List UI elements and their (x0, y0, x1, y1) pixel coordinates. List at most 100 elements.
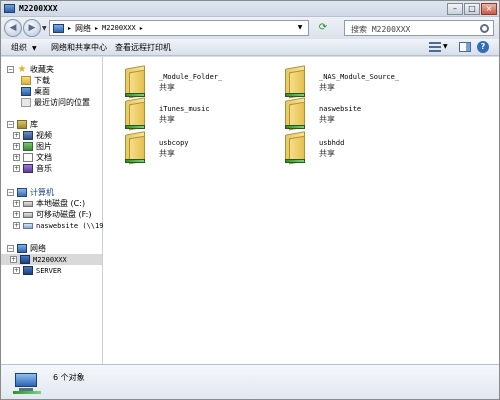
breadcrumb-computer[interactable]: M2200XXX (102, 24, 136, 32)
share-type: 共享 (319, 149, 335, 158)
search-icon[interactable] (480, 24, 489, 33)
expand-icon[interactable]: + (13, 222, 20, 229)
computer-label: 计算机 (30, 188, 54, 197)
tree-item-pictures[interactable]: + 图片 (13, 141, 52, 152)
chevron-right-icon[interactable]: ▸ (68, 25, 71, 32)
tree-item-documents[interactable]: + 文档 (13, 152, 52, 163)
help-icon[interactable]: ? (477, 41, 489, 53)
expand-icon[interactable]: + (13, 211, 20, 218)
tree-item-desktop[interactable]: 桌面 (21, 86, 50, 97)
tree-favorites[interactable]: − ★ 收藏夹 (7, 64, 54, 75)
removable-drive-icon (23, 211, 33, 218)
tree-item-local-disk[interactable]: + 本地磁盘 (C:) (13, 198, 85, 209)
share-name: _NAS_Module_Source_ (319, 73, 400, 81)
tree-item-label: 音乐 (36, 164, 52, 173)
expand-icon[interactable]: + (13, 165, 20, 172)
remote-printers-button[interactable]: 查看远程打印机 (115, 42, 171, 53)
libraries-label: 库 (30, 120, 38, 129)
collapse-icon[interactable]: − (7, 189, 14, 196)
shared-folder-icon (123, 97, 147, 131)
breadcrumb-network[interactable]: 网络 (75, 23, 91, 34)
close-button[interactable]: × (481, 3, 497, 15)
tree-libraries[interactable]: − 库 (7, 119, 38, 130)
share-name: usbhdd (319, 139, 345, 147)
recent-places-icon (21, 98, 31, 107)
network-icon (17, 244, 27, 253)
expand-icon[interactable]: + (13, 143, 20, 150)
documents-icon (23, 153, 33, 162)
tree-item-recent[interactable]: 最近访问的位置 (21, 97, 90, 108)
collapse-icon[interactable]: − (7, 245, 14, 252)
computer-icon (17, 188, 27, 197)
desktop-icon (21, 87, 31, 96)
chevron-down-icon: ▼ (32, 45, 37, 52)
share-type: 共享 (319, 115, 335, 124)
maximize-button[interactable]: □ (464, 3, 480, 15)
sharing-center-button[interactable]: 网络和共享中心 (51, 42, 107, 53)
share-type: 共享 (319, 83, 335, 92)
preview-pane-icon[interactable] (459, 42, 471, 52)
tree-item-m2200xxx[interactable]: + M2200XXX (1, 254, 102, 265)
tree-item-server[interactable]: + SERVER (13, 265, 61, 276)
network-label: 网络 (30, 244, 46, 253)
expand-icon[interactable]: + (13, 132, 20, 139)
file-list[interactable]: _Module_Folder_ 共享 _NAS_Module_Source_ 共… (103, 57, 499, 364)
tree-item-label: 桌面 (34, 87, 50, 96)
tree-item-label: naswebsite (\\192. (36, 221, 112, 230)
network-computer-icon (4, 4, 15, 13)
back-button[interactable]: ◀ (4, 19, 22, 37)
organize-label: 组织 (11, 43, 27, 52)
share-item[interactable]: usbhdd 共享 (283, 131, 433, 165)
organize-button[interactable]: 组织 ▼ (11, 42, 37, 53)
title-bar[interactable]: M2200XXX – □ × (1, 1, 499, 17)
view-options-icon[interactable] (429, 42, 441, 52)
tree-network[interactable]: − 网络 (7, 243, 46, 254)
tree-computer[interactable]: − 计算机 (7, 187, 54, 198)
tree-item-videos[interactable]: + 视频 (13, 130, 52, 141)
share-item[interactable]: naswebsite 共享 (283, 97, 433, 131)
expand-icon[interactable]: + (13, 267, 20, 274)
recent-pages-dropdown[interactable]: ▼ (42, 25, 47, 32)
shared-folder-icon (123, 131, 147, 165)
tree-item-removable-disk[interactable]: + 可移动磁盘 (F:) (13, 209, 91, 220)
tree-item-label: 最近访问的位置 (34, 98, 90, 107)
network-icon (53, 23, 64, 33)
tree-item-label: 本地磁盘 (C:) (36, 199, 86, 208)
search-placeholder: 搜索 M2200XXX (351, 25, 411, 34)
address-bar[interactable]: ▸ 网络 ▸ M2200XXX ▸ (49, 20, 309, 36)
downloads-folder-icon (21, 76, 31, 85)
share-item[interactable]: usbcopy 共享 (123, 131, 273, 165)
chevron-right-icon[interactable]: ▸ (140, 25, 143, 32)
expand-icon[interactable]: + (13, 200, 20, 207)
window-controls: – □ × (447, 3, 497, 15)
tree-item-label: 下载 (34, 76, 50, 85)
expand-icon[interactable]: + (13, 154, 20, 161)
share-item[interactable]: _Module_Folder_ 共享 (123, 65, 273, 99)
share-item[interactable]: iTunes_music 共享 (123, 97, 273, 131)
collapse-icon[interactable]: − (7, 121, 14, 128)
share-item[interactable]: _NAS_Module_Source_ 共享 (283, 65, 433, 99)
shared-folder-icon (283, 97, 307, 131)
address-row: ◀ ▶ ▼ ▸ 网络 ▸ M2200XXX ▸ ▼ ⟳ 搜索 M2200XXX (1, 17, 499, 39)
chevron-down-icon[interactable]: ▼ (443, 43, 448, 50)
navigation-pane[interactable]: − ★ 收藏夹 下载 桌面 最近访问的位置 − 库 + 视频 + 图片 + 文档… (1, 57, 112, 364)
tree-item-label: M2200XXX (33, 255, 67, 264)
tree-item-downloads[interactable]: 下载 (21, 75, 50, 86)
minimize-button[interactable]: – (447, 3, 463, 15)
collapse-icon[interactable]: − (7, 66, 14, 73)
explorer-window: M2200XXX – □ × ◀ ▶ ▼ ▸ 网络 ▸ M2200XXX ▸ ▼… (0, 0, 500, 400)
refresh-icon[interactable]: ⟳ (313, 21, 333, 35)
share-name: naswebsite (319, 105, 362, 113)
address-dropdown[interactable]: ▼ (293, 20, 307, 36)
search-input[interactable]: 搜索 M2200XXX (344, 20, 494, 36)
shared-folder-icon (123, 65, 147, 99)
share-name: _Module_Folder_ (159, 73, 223, 81)
chevron-right-icon[interactable]: ▸ (95, 25, 98, 32)
command-bar: 组织 ▼ 网络和共享中心 查看远程打印机 ▼ ? (1, 39, 499, 56)
tree-item-label: SERVER (36, 266, 62, 275)
expand-icon[interactable]: + (10, 256, 17, 263)
tree-item-naswebsite[interactable]: + naswebsite (\\192. (13, 220, 112, 231)
item-count: 6 个对象 (53, 373, 85, 382)
tree-item-music[interactable]: + 音乐 (13, 163, 52, 174)
forward-button[interactable]: ▶ (23, 19, 41, 37)
